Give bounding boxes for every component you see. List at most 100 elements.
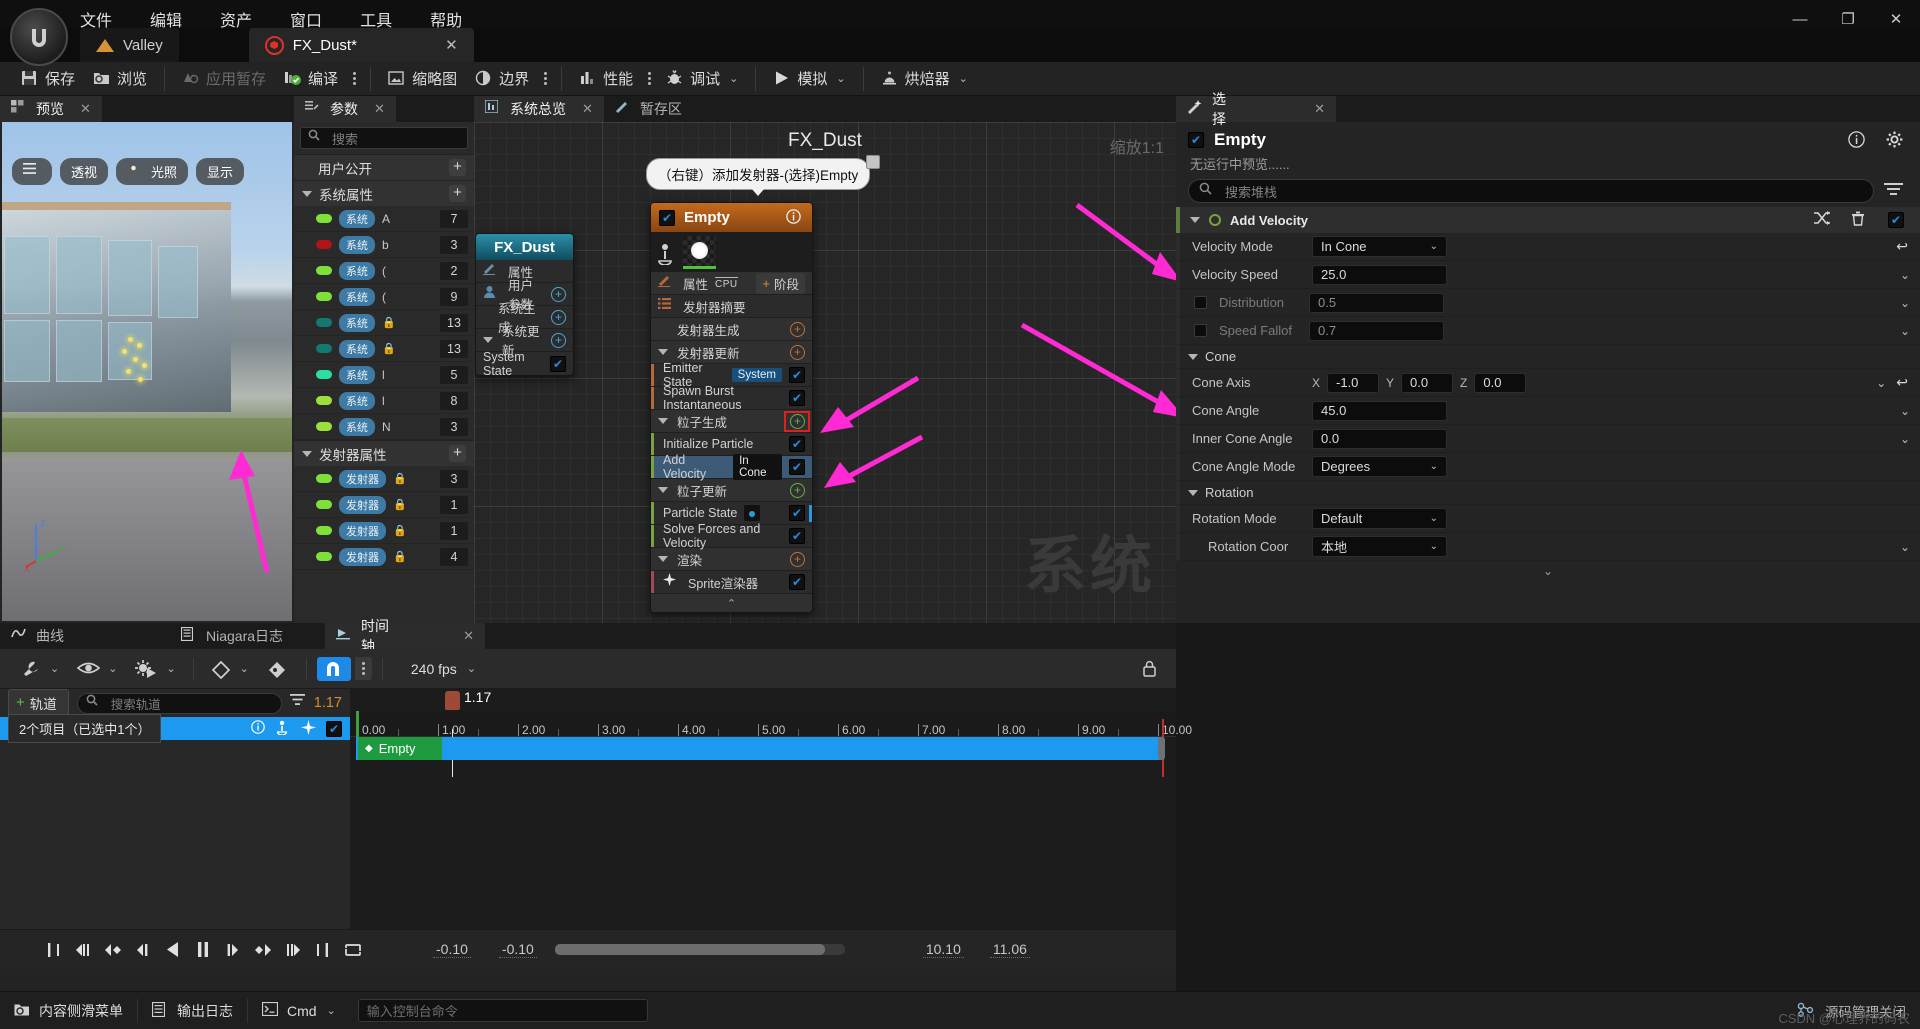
compile-options-button[interactable] (347, 72, 362, 85)
parameter-row[interactable]: 发射器 🔒 3 (294, 466, 474, 492)
preview-viewport[interactable]: 透视 光照 显示 Z Y X (2, 122, 292, 621)
performance-options-button[interactable] (642, 72, 657, 85)
parameter-value[interactable]: 8 (440, 391, 468, 410)
tab-scratch-pad[interactable]: 暂存区 (603, 96, 693, 122)
parameter-value[interactable]: 3 (440, 417, 468, 436)
delete-icon[interactable] (1851, 211, 1869, 229)
module-checkbox[interactable] (789, 390, 805, 406)
browse-button[interactable]: 浏览 (84, 64, 156, 94)
timeline-end-handle[interactable] (1158, 737, 1165, 760)
track-render-icon[interactable] (301, 719, 319, 738)
timeline-key-filled-button[interactable] (260, 657, 296, 681)
bounds-button[interactable]: 边界 (466, 64, 538, 94)
emitter-enabled-checkbox[interactable] (659, 209, 675, 226)
parameter-row[interactable]: 系统 🔒 13 (294, 336, 474, 362)
range-in-value[interactable]: -0.10 (498, 941, 537, 958)
step-forward-button[interactable] (220, 937, 245, 962)
chevron-down-icon[interactable]: ⌄ (1876, 376, 1886, 390)
parameter-value[interactable]: 4 (440, 547, 468, 566)
parameter-row[interactable]: 发射器 🔒 4 (294, 544, 474, 570)
tab-preview[interactable]: 预览 ✕ (0, 96, 102, 122)
stack-module-sprite渲染器[interactable]: Sprite渲染器 (651, 571, 812, 594)
add-track-button[interactable]: + 轨道 (8, 689, 69, 717)
timeline-track-area[interactable]: 0.00 1.00 2.00 3.00 4.00 5.00 6.00 7.00 (350, 689, 1192, 929)
property-row-rotation-coor[interactable]: Rotation Coor 本地 ⌄ ⌄ (1176, 533, 1920, 561)
timeline-clip-track[interactable] (356, 737, 1164, 760)
debug-button[interactable]: 调试 ⌄ (657, 64, 747, 94)
next-section-button[interactable] (280, 937, 305, 962)
save-button[interactable]: 保存 (12, 64, 84, 94)
parameter-row[interactable]: 系统 🔒 13 (294, 310, 474, 336)
module-enabled-checkbox[interactable] (1888, 212, 1904, 228)
chevron-down-icon[interactable] (1188, 353, 1198, 360)
chevron-down-icon-2[interactable]: ⌄ (1900, 296, 1910, 310)
parameter-value[interactable]: 1 (440, 495, 468, 514)
timeline-fps-selector[interactable]: 240 fps ⌄ (411, 661, 476, 677)
add-module-button[interactable]: + (790, 482, 805, 498)
property-input[interactable]: 0.7 (1309, 320, 1444, 341)
property-row-cone-angle[interactable]: Cone Angle 45.0 ⌄ (1176, 397, 1920, 425)
property-dropdown[interactable]: In Cone ⌄ (1312, 236, 1447, 257)
property-row-cone-axis[interactable]: Cone Axis X -1.0 Y 0.0 Z 0.0 ⌄ ↩ (1176, 369, 1920, 397)
property-category-cone[interactable]: Cone (1176, 345, 1920, 369)
apply-cache-button[interactable]: 应用暂存 (173, 64, 275, 94)
play-reverse-button[interactable] (160, 937, 185, 962)
step-back-button[interactable] (130, 937, 155, 962)
add-system-spawn-button[interactable]: + (551, 309, 566, 325)
timeline-close-icon[interactable]: ✕ (463, 628, 474, 644)
overview-close-icon[interactable]: ✕ (582, 101, 593, 117)
parameter-row[interactable]: 系统 l 8 (294, 388, 474, 414)
add-module-button[interactable]: + (790, 321, 805, 337)
timeline-effects-button[interactable]: ⌄ (128, 657, 182, 681)
parameter-value[interactable]: 9 (440, 287, 468, 306)
parameter-value[interactable]: 2 (440, 261, 468, 280)
parameter-value[interactable]: 5 (440, 365, 468, 384)
thumbnail-button[interactable]: 缩略图 (379, 64, 466, 94)
bounds-options-button[interactable] (538, 72, 553, 85)
next-key-button[interactable] (250, 937, 275, 962)
jump-to-start-button[interactable] (40, 937, 65, 962)
output-log-button[interactable]: 输出日志 (138, 992, 247, 1029)
add-system-update-button[interactable]: + (551, 332, 566, 348)
jump-to-end-button[interactable] (310, 937, 335, 962)
shuffle-icon[interactable] (1814, 211, 1832, 229)
cmd-selector[interactable]: Cmd ⌄ (248, 992, 350, 1029)
parameter-value[interactable]: 1 (440, 521, 468, 540)
unreal-logo-icon[interactable] (10, 8, 68, 66)
add-module-button[interactable]: + (790, 344, 805, 360)
stack-module-add-velocity[interactable]: Add Velocity In Cone (651, 453, 812, 481)
property-dropdown[interactable]: Default ⌄ (1312, 508, 1447, 529)
range-end-value[interactable]: 11.06 (989, 941, 1030, 958)
tab-close-icon[interactable]: ✕ (427, 36, 458, 54)
property-row-cone-angle-mode[interactable]: Cone Angle Mode Degrees ⌄ (1176, 453, 1920, 481)
emitter-collapse-button[interactable]: ⌃ (651, 594, 812, 612)
parameter-row[interactable]: 系统 l 5 (294, 362, 474, 388)
revert-icon[interactable]: ↩ (1896, 374, 1908, 391)
timeline-ruler[interactable]: 0.00 1.00 2.00 3.00 4.00 5.00 6.00 7.00 (350, 711, 1192, 737)
cone-axis-y-input[interactable]: 0.0 (1401, 372, 1454, 393)
property-input[interactable]: 45.0 (1312, 400, 1447, 421)
add-stage-button[interactable]: + 阶段 (756, 272, 805, 294)
track-info-icon[interactable] (251, 719, 269, 738)
chevron-down-icon-2[interactable]: ⌄ (1900, 432, 1910, 446)
expand-more-button[interactable]: ⌄ (1176, 561, 1920, 581)
stack-search-input[interactable]: 搜索堆栈 (1188, 179, 1874, 203)
parameter-value[interactable]: 3 (440, 469, 468, 488)
node-graph-canvas[interactable]: FX_Dust 缩放1:1 系统 （右键）添加发射器-(选择)Empty FX_… (474, 122, 1176, 623)
parameters-close-icon[interactable]: ✕ (374, 101, 385, 117)
previous-key-button[interactable] (100, 937, 125, 962)
track-emitter-icon[interactable] (276, 720, 294, 738)
tab-niagara-log[interactable]: Niagara日志 (170, 623, 325, 649)
cone-axis-z-input[interactable]: 0.0 (1474, 372, 1527, 393)
range-out-value[interactable]: 10.10 (922, 941, 964, 958)
tab-parameters[interactable]: 参数 ✕ (294, 96, 396, 122)
property-input[interactable]: 0.0 (1312, 428, 1447, 449)
emitter-node-header[interactable]: Empty (651, 203, 812, 232)
selection-close-icon[interactable]: ✕ (1314, 101, 1325, 117)
property-input[interactable]: 25.0 (1312, 264, 1447, 285)
baker-button[interactable]: 烘焙器 ⌄ (872, 64, 977, 94)
module-header-add-velocity[interactable]: Add Velocity (1176, 207, 1920, 233)
property-row-inner-cone-angle[interactable]: Inner Cone Angle 0.0 ⌄ (1176, 425, 1920, 453)
timeline-snap-options-button[interactable] (354, 657, 372, 680)
parameter-row[interactable]: 系统 (9 (294, 284, 474, 310)
